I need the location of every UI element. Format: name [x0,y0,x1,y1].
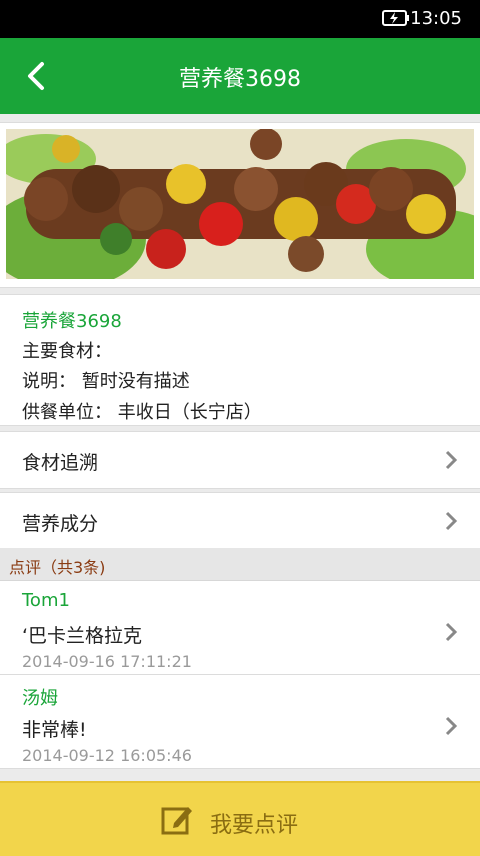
meal-name: 营养餐3698 [22,311,122,332]
chevron-right-icon [445,716,458,736]
nutrition-label: 营养成分 [22,513,99,535]
review-author: Tom1 [22,590,70,611]
write-review-button[interactable]: 我要点评 [0,781,480,856]
review-item[interactable]: 汤姆 非常棒! 2014-09-12 16:05:46 [0,675,480,769]
status-time: 13:05 [410,8,462,29]
write-review-label: 我要点评 [210,813,299,838]
header-bar: 营养餐3698 [0,38,480,114]
chevron-right-icon [445,450,458,470]
review-date: 2014-09-12 16:05:46 [22,746,192,765]
reviews-section-header: 点评（共3条) [0,548,480,581]
battery-charging-icon [382,10,409,26]
page-title: 营养餐3698 [179,67,301,92]
status-bar: 13:05 [0,0,480,38]
review-author: 汤姆 [22,688,58,709]
meal-info-card: 营养餐3698 主要食材： 说明： 暂时没有描述 供餐单位： 丰收日（长宁店） [0,294,480,426]
review-item[interactable]: Tom1 ‘巴卡兰格拉克 2014-09-16 17:11:21 [0,581,480,675]
chevron-right-icon [445,511,458,531]
nutrition-row[interactable]: 营养成分 [0,492,480,550]
edit-icon [161,807,192,835]
review-date: 2014-09-16 17:11:21 [22,652,192,671]
meat-skewers-photo [6,129,474,279]
supplier-text: 供餐单位： 丰收日（长宁店） [22,402,262,423]
ingredient-trace-row[interactable]: 食材追溯 [0,431,480,489]
reviews-section-title: 点评（共3条) [9,558,106,577]
review-text: ‘巴卡兰格拉克 [22,625,143,647]
review-text: 非常棒! [22,719,87,741]
ingredients-label: 主要食材： [22,341,112,362]
banner-image [0,122,480,288]
chevron-right-icon [445,622,458,642]
description-text: 说明： 暂时没有描述 [22,371,190,392]
ingredient-trace-label: 食材追溯 [22,452,99,474]
